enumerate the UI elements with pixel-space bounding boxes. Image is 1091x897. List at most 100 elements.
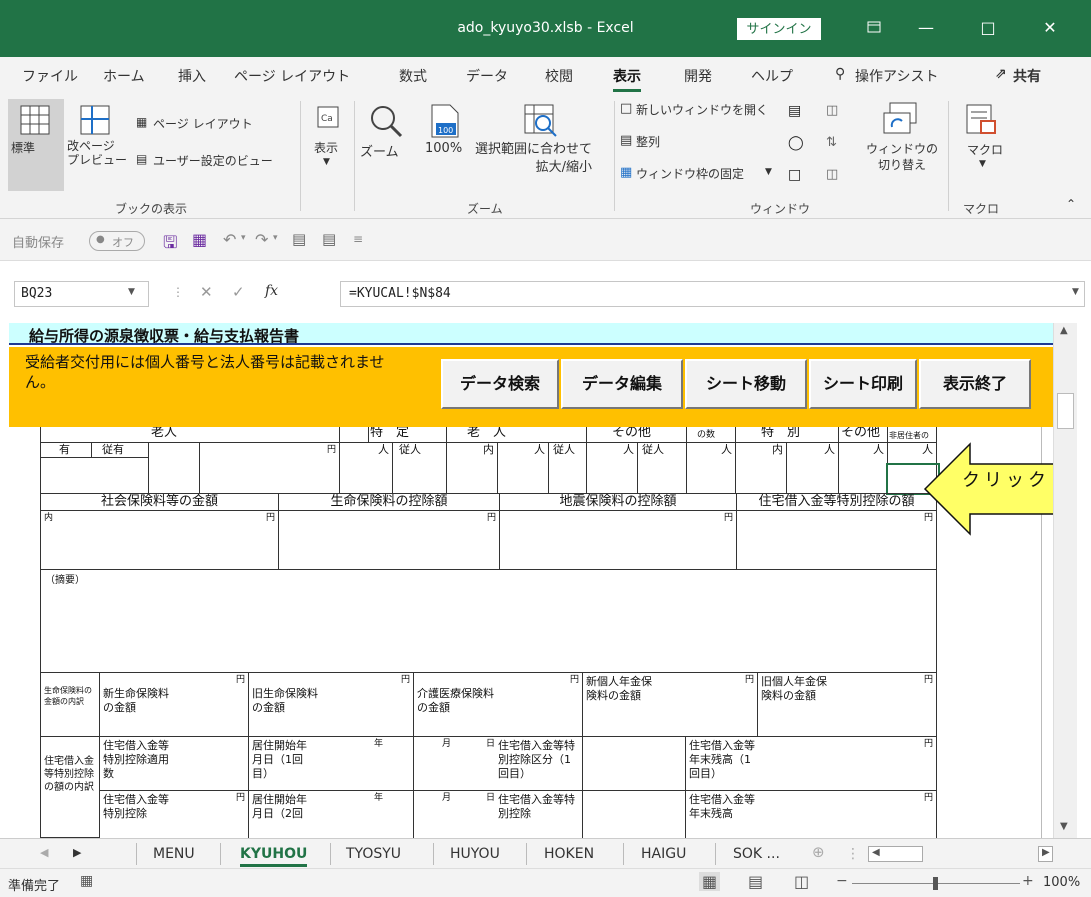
worksheet[interactable]: 給与所得の源泉徴収票・給与支払報告書 受給者交付用には個人番号と法人番号は記載さ… xyxy=(0,323,1053,838)
scroll-right-button[interactable]: ▶ xyxy=(1038,846,1053,862)
old-life-insurance[interactable]: 旧生命保険料の金額円 xyxy=(248,672,414,737)
sheet-tab-haigu[interactable]: HAIGU xyxy=(641,846,686,862)
normal-view-button[interactable]: 標準 xyxy=(8,99,64,191)
enter-icon[interactable]: ✓ xyxy=(232,283,245,301)
hide-icon[interactable]: ◯ xyxy=(788,135,808,155)
close-view-button[interactable]: 表示終了 xyxy=(919,359,1031,409)
tab-formulas[interactable]: 数式 xyxy=(399,66,427,86)
quick-print-icon[interactable]: ▤ xyxy=(322,230,336,248)
cell-input[interactable]: 従人 xyxy=(392,442,447,494)
life-insurance-amount[interactable]: 円 xyxy=(278,510,500,570)
cell-input[interactable]: 内 xyxy=(446,442,498,494)
minimize-icon[interactable]: — xyxy=(904,10,948,46)
housing-applied-count[interactable]: 住宅借入金等特別控除適用数 xyxy=(99,736,249,791)
sheet-tab-menu[interactable]: MENU xyxy=(153,846,195,862)
cell-input[interactable]: 人 xyxy=(339,442,393,494)
zoom-in-icon[interactable]: + xyxy=(1022,873,1034,889)
tab-splitter-icon[interactable]: ⋮ xyxy=(846,846,860,862)
old-pension-insurance[interactable]: 旧個人年金保険料の金額円 xyxy=(757,672,937,737)
cell-input[interactable]: 従人 xyxy=(548,442,587,494)
tab-data[interactable]: データ xyxy=(466,66,508,86)
cell-input[interactable] xyxy=(148,442,200,494)
show-button[interactable]: Ca 表示 ▼ xyxy=(306,99,350,191)
zoom-slider-thumb[interactable] xyxy=(933,877,938,890)
tab-scroll-left-icon[interactable]: ◀ xyxy=(40,846,48,859)
cell-input[interactable]: 人 xyxy=(497,442,549,494)
maximize-icon[interactable]: □ xyxy=(966,10,1010,46)
macro-recording-icon[interactable]: ▦ xyxy=(80,873,93,889)
chevron-down-icon[interactable]: ▾ xyxy=(241,233,246,243)
tab-file[interactable]: ファイル xyxy=(22,66,78,86)
vertical-scrollbar[interactable]: ▲ ▼ xyxy=(1053,323,1077,838)
housing-deduction-category-1[interactable] xyxy=(582,736,686,791)
pagebreak-preview-button[interactable]: 改ページ プレビュー xyxy=(66,99,128,191)
earthquake-insurance-amount[interactable]: 円 xyxy=(499,510,737,570)
cell-input[interactable]: 人 xyxy=(786,442,839,494)
cell-input[interactable]: 従人 xyxy=(637,442,687,494)
sheet-tab-sok[interactable]: SOK ... xyxy=(733,846,780,862)
page-layout-status-icon[interactable]: ▤ xyxy=(748,872,763,891)
cancel-icon[interactable]: ✕ xyxy=(200,283,213,301)
housing-loan-balance-2[interactable]: 住宅借入金等年末残高円 xyxy=(685,790,937,838)
tab-home[interactable]: ホーム xyxy=(103,66,145,86)
ribbon-display-icon[interactable] xyxy=(852,10,896,46)
social-insurance-amount[interactable]: 内円 xyxy=(40,510,279,570)
cell-input[interactable]: 人 xyxy=(586,442,638,494)
residence-start-date-2[interactable]: 居住開始年月日（2回年 xyxy=(248,790,414,838)
print-preview-icon[interactable]: ▤ xyxy=(292,230,306,248)
formula-input[interactable]: =KYUCAL!$N$84 xyxy=(340,281,1085,307)
medical-care-insurance[interactable]: 介護医療保険料の金額円 xyxy=(413,672,583,737)
freeze-panes-button[interactable]: ▦ ウィンドウ枠の固定 ▼ xyxy=(620,165,790,185)
insert-function-icon[interactable]: fx xyxy=(265,283,278,299)
tell-me-search[interactable]: 操作アシスト xyxy=(855,66,938,86)
cell-input[interactable] xyxy=(40,457,149,494)
housing-deduction-2[interactable]: 住宅借入金等特別控除円 xyxy=(99,790,249,838)
close-icon[interactable]: ✕ xyxy=(1028,10,1072,46)
sheet-move-button[interactable]: シート移動 xyxy=(685,359,807,409)
chevron-down-icon[interactable]: ▼ xyxy=(128,287,135,297)
cell-input[interactable]: 内 xyxy=(735,442,787,494)
expand-formula-bar-icon[interactable]: ▼ xyxy=(1072,287,1079,297)
new-life-insurance[interactable]: 新生命保険料の金額円 xyxy=(99,672,249,737)
undo-icon[interactable]: ↶ xyxy=(223,230,236,249)
tab-view[interactable]: 表示 xyxy=(613,66,641,92)
sheet-tab-hoken[interactable]: HOKEN xyxy=(544,846,594,862)
tab-scroll-right-icon[interactable]: ▶ xyxy=(73,846,81,859)
page-layout-view-button[interactable]: ▦ ページ レイアウト xyxy=(136,115,276,135)
redo-icon[interactable]: ↷ xyxy=(255,230,268,249)
macros-button[interactable]: マクロ ▼ xyxy=(955,99,1011,191)
scroll-left-icon[interactable]: ◀ xyxy=(872,847,880,858)
sync-scroll-icon[interactable]: ⇅ xyxy=(826,135,846,155)
unhide-icon[interactable]: □ xyxy=(788,167,808,187)
collapse-ribbon-icon[interactable]: ⌃ xyxy=(1066,197,1076,211)
zoom-button[interactable]: ズーム xyxy=(360,99,414,191)
view-side-by-side-icon[interactable]: ◫ xyxy=(826,103,846,123)
residence-start-month-1[interactable]: 月日住宅借入金等特別控除区分（1回目） xyxy=(413,736,583,791)
scroll-up-icon[interactable]: ▲ xyxy=(1060,325,1068,336)
sheet-tab-huyou[interactable]: HUYOU xyxy=(450,846,500,862)
tab-insert[interactable]: 挿入 xyxy=(178,66,206,86)
tab-help[interactable]: ヘルプ xyxy=(751,66,793,86)
new-window-button[interactable]: □ 新しいウィンドウを開く xyxy=(620,101,790,121)
data-search-button[interactable]: データ検索 xyxy=(441,359,559,409)
pagebreak-status-icon[interactable]: ◫ xyxy=(794,872,809,891)
zoom-out-icon[interactable]: − xyxy=(836,873,848,889)
signin-button[interactable]: サインイン xyxy=(737,18,821,40)
tab-page-layout[interactable]: ページ レイアウト xyxy=(234,66,350,86)
arrange-all-button[interactable]: ▤ 整列 xyxy=(620,133,710,153)
scroll-thumb[interactable] xyxy=(1057,393,1074,429)
normal-view-status-icon[interactable]: ▦ xyxy=(699,872,721,891)
zoom-to-selection-button[interactable]: 選択範囲に合わせて 拡大/縮小 xyxy=(475,99,610,191)
new-pension-insurance[interactable]: 新個人年金保険料の金額円 xyxy=(582,672,758,737)
residence-start-month-2[interactable]: 月日住宅借入金等特別控除 xyxy=(413,790,583,838)
chevron-down-icon[interactable]: ▾ xyxy=(273,233,278,243)
customize-qat-icon[interactable]: ≡ xyxy=(353,232,363,246)
split-icon[interactable]: ▤ xyxy=(788,103,808,123)
scroll-down-icon[interactable]: ▼ xyxy=(1060,821,1068,832)
custom-views-button[interactable]: ▤ ユーザー設定のビュー xyxy=(136,152,306,172)
housing-deduction-category-2[interactable] xyxy=(582,790,686,838)
reset-position-icon[interactable]: ◫ xyxy=(826,167,846,187)
summary-area[interactable]: （摘要） xyxy=(40,569,937,673)
share-button[interactable]: 共有 xyxy=(1013,66,1041,86)
switch-windows-button[interactable]: ウィンドウの 切り替え xyxy=(862,99,942,191)
